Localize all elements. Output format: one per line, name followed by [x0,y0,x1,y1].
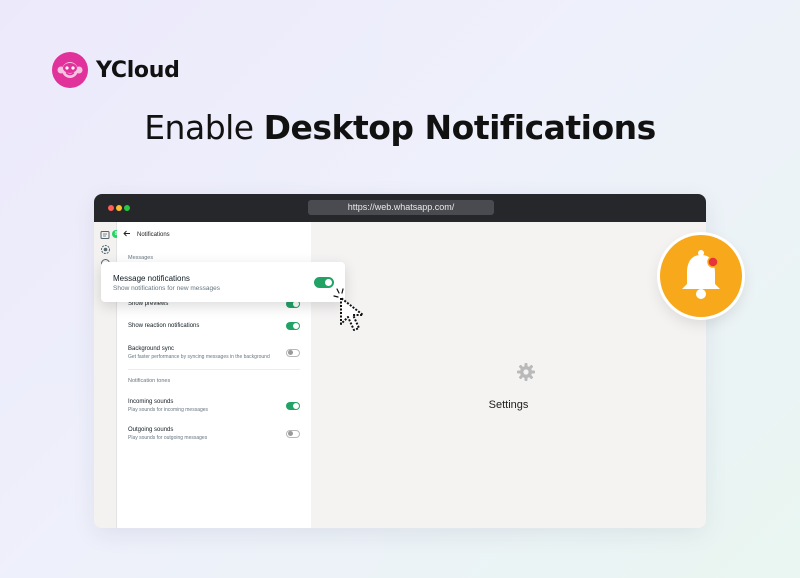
incoming-sounds-toggle[interactable] [286,402,300,410]
minimize-window-dot[interactable] [116,205,122,211]
setting-row-reaction-notifications[interactable]: Show reaction notifications [128,322,300,330]
setting-title: Incoming sounds [128,399,174,405]
setting-title: Show reaction notifications [128,323,200,329]
panel-header: Notifications [123,230,170,239]
setting-title: Background sync [128,346,175,352]
setting-row-background-sync[interactable]: Background sync Get faster performance b… [128,346,300,360]
outgoing-sounds-toggle[interactable] [286,430,300,438]
setting-row-incoming-sounds[interactable]: Incoming sounds Play sounds for incoming… [128,399,300,413]
monkey-logo-icon [52,52,88,88]
section-messages: Messages [128,255,154,261]
panel-title: Notifications [137,231,170,238]
section-divider [128,369,300,370]
background-sync-toggle[interactable] [286,349,300,357]
main-label: Settings [488,399,529,411]
setting-title: Outgoing sounds [128,427,174,433]
status-icon[interactable] [100,242,111,254]
gear-icon [516,362,536,387]
reaction-notifications-toggle[interactable] [286,322,300,330]
section-notification-tones: Notification tones [128,378,171,384]
setting-subtitle: Get faster performance by syncing messag… [128,354,270,360]
close-window-dot[interactable] [108,205,114,211]
popup-subtitle: Show notifications for new messages [113,285,220,292]
message-notifications-card[interactable]: Message notifications Show notifications… [101,262,345,302]
browser-window: https://web.whatsapp.com/ 8 Notification… [94,194,706,528]
maximize-window-dot[interactable] [124,205,130,211]
brand: YCloud [52,52,180,88]
popup-title: Message notifications [113,274,190,283]
headline-light: Enable [144,108,254,147]
headline-bold: Desktop Notifications [263,108,657,147]
page-headline: Enable Desktop Notifications [0,108,800,147]
message-notifications-toggle[interactable] [314,277,334,288]
setting-subtitle: Play sounds for incoming messages [128,407,209,413]
setting-subtitle: Play sounds for outgoing messages [128,435,208,441]
bell-icon [660,235,742,317]
chats-icon[interactable]: 8 [100,228,120,239]
back-arrow-icon[interactable] [123,230,131,239]
setting-row-outgoing-sounds[interactable]: Outgoing sounds Play sounds for outgoing… [128,427,300,441]
brand-name: YCloud [96,57,180,83]
address-bar[interactable]: https://web.whatsapp.com/ [308,200,494,215]
pointer-cursor-icon [333,288,381,341]
main-content: Settings [311,222,706,528]
browser-titlebar: https://web.whatsapp.com/ [94,194,706,222]
